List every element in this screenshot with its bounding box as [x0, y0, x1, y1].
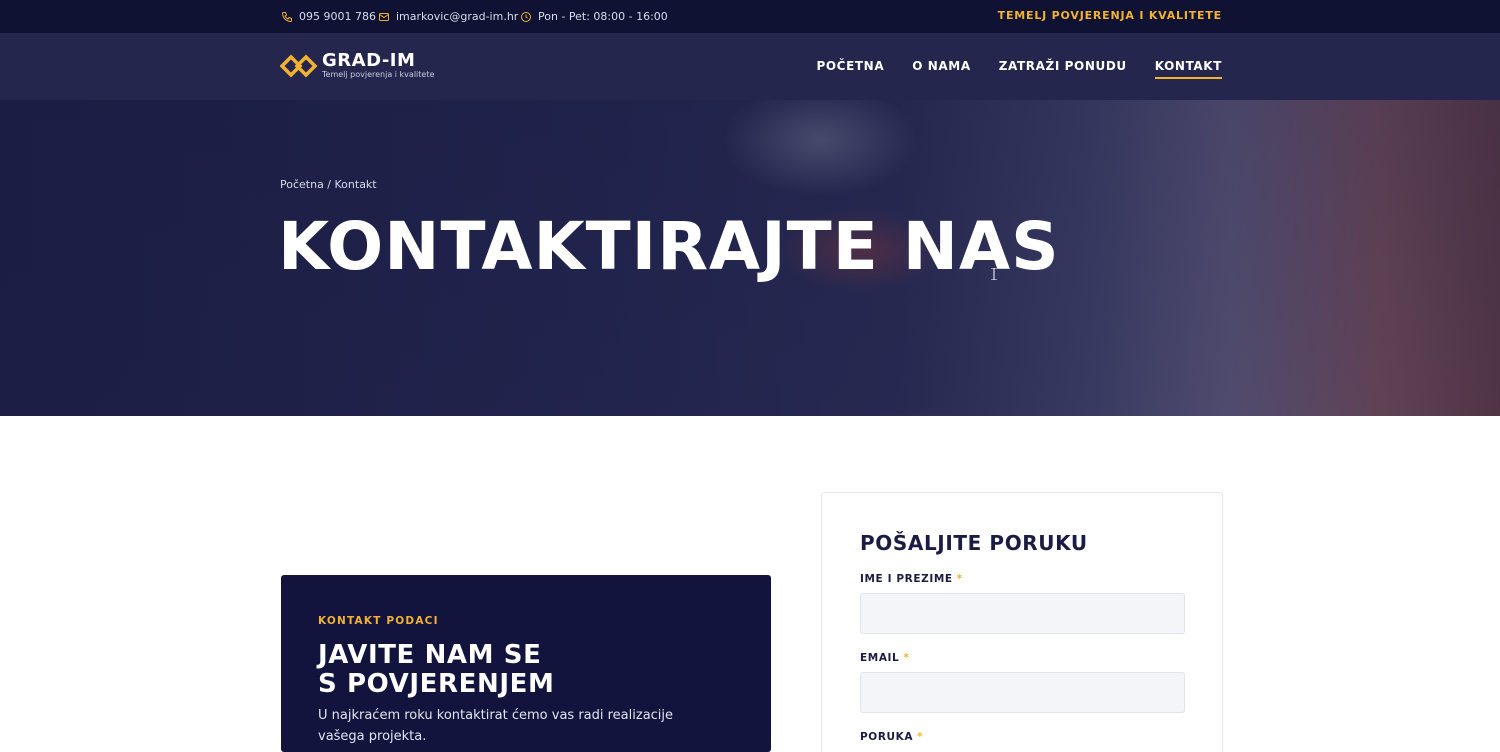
- email-field-label: EMAIL *: [860, 652, 1184, 664]
- page-title: KONTAKTIRAJTE NAS: [278, 208, 1060, 285]
- email-info[interactable]: imarkovic@grad-im.hr: [378, 10, 518, 23]
- main-navigation: GRAD-IM Temelj povjerenja i kvalitete PO…: [0, 33, 1500, 100]
- nav-item-kontakt[interactable]: KONTAKT: [1154, 59, 1222, 79]
- required-marker: *: [917, 731, 924, 743]
- nav-item-pocetna[interactable]: POČETNA: [816, 59, 884, 79]
- message-field-label: PORUKA *: [860, 731, 1184, 743]
- email-label-text: EMAIL: [860, 652, 900, 664]
- nav-item-o-nama[interactable]: O NAMA: [912, 59, 971, 79]
- phone-icon: [281, 11, 292, 22]
- top-info-bar: 095 9001 786 imarkovic@grad-im.hr Pon - …: [0, 0, 1500, 33]
- logo-subtitle: Temelj povjerenja i kvalitete: [322, 70, 435, 79]
- contact-info-card: KONTAKT PODACI JAVITE NAM SE S POVJERENJ…: [281, 575, 771, 752]
- hero-banner: Početna / Kontakt KONTAKTIRAJTE NAS: [0, 100, 1500, 416]
- working-hours: Pon - Pet: 08:00 - 16:00: [538, 10, 668, 23]
- contact-form: POŠALJITE PORUKU IME I PREZIME * EMAIL * P…: [821, 492, 1223, 752]
- top-tagline: TEMELJ POVJERENJA I KVALITETE: [997, 9, 1222, 22]
- contact-heading: JAVITE NAM SE S POVJERENJEM: [318, 641, 734, 699]
- name-input[interactable]: [860, 593, 1185, 634]
- email-address: imarkovic@grad-im.hr: [396, 10, 519, 23]
- contact-eyebrow: KONTAKT PODACI: [318, 615, 439, 627]
- name-field-group: IME I PREZIME *: [860, 573, 1185, 634]
- nav-menu: POČETNA O NAMA ZATRAŽI PONUDU KONTAKT: [816, 59, 1222, 79]
- email-input[interactable]: [860, 672, 1185, 713]
- contact-heading-line1: JAVITE NAM SE: [318, 640, 542, 670]
- site-logo[interactable]: GRAD-IM Temelj povjerenja i kvalitete: [280, 51, 434, 81]
- message-label-text: PORUKA: [860, 731, 914, 743]
- name-label-text: IME I PREZIME: [860, 573, 953, 585]
- phone-number: 095 9001 786: [299, 10, 376, 23]
- hours-info: Pon - Pet: 08:00 - 16:00: [520, 10, 668, 23]
- logo-name: GRAD-IM: [322, 50, 416, 71]
- message-field-group: PORUKA *: [860, 731, 1184, 743]
- text-cursor-icon: [991, 268, 997, 280]
- logo-diamond-icon: [280, 54, 318, 78]
- breadcrumb: Početna / Kontakt: [280, 178, 377, 191]
- form-title: POŠALJITE PORUKU: [860, 531, 1088, 555]
- required-marker: *: [956, 573, 963, 585]
- phone-info[interactable]: 095 9001 786: [281, 10, 376, 23]
- name-field-label: IME I PREZIME *: [860, 573, 1184, 585]
- mail-icon: [379, 12, 389, 21]
- email-field-group: EMAIL *: [860, 652, 1185, 713]
- contact-heading-line2: S POVJERENJEM: [318, 669, 555, 699]
- nav-item-zatrazi-ponudu[interactable]: ZATRAŽI PONUDU: [999, 59, 1127, 79]
- clock-icon: [521, 11, 531, 22]
- required-marker: *: [903, 652, 910, 664]
- contact-description: U najkraćem roku kontaktirat ćemo vas ra…: [318, 708, 674, 744]
